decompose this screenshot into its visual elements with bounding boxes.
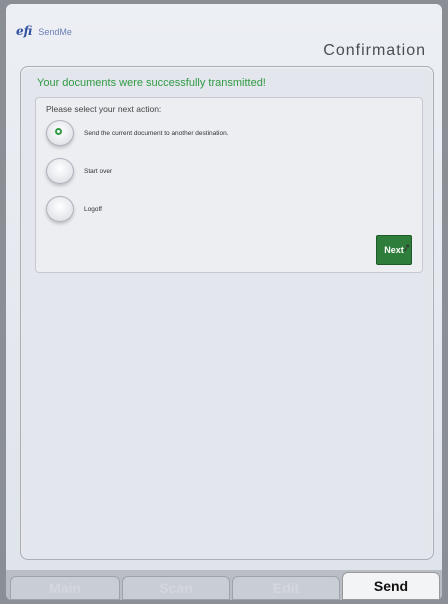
radio-button[interactable] [46,158,74,184]
option-send-to-another-destination[interactable]: Send the current document to another des… [46,120,229,146]
option-label: Start over [84,167,113,175]
tab-send[interactable]: Send [342,572,440,600]
option-start-over[interactable]: Start over [46,158,112,184]
tab-bar: Main Scan Edit Send [6,570,442,600]
radio-button[interactable] [46,196,74,222]
page-title: Confirmation [323,42,426,59]
option-label: Send the current document to another des… [84,129,229,137]
tab-edit[interactable]: Edit [232,576,340,600]
action-selection-box: Please select your next action: Send the… [35,97,423,273]
efi-logo: efi [16,24,33,38]
app-name: SendMe [38,27,72,37]
option-label: Logoff [84,205,102,213]
brand: efi SendMe [16,24,72,38]
radio-button-selected[interactable] [46,120,74,146]
device-screen: efi SendMe Confirmation Your documents w… [6,4,442,600]
option-logoff[interactable]: Logoff [46,196,102,222]
tab-main[interactable]: Main [10,576,120,600]
main-panel: Your documents were successfully transmi… [20,66,434,560]
header: efi SendMe Confirmation [6,4,442,66]
success-message: Your documents were successfully transmi… [37,77,266,89]
action-prompt: Please select your next action: [46,104,162,114]
tab-scan[interactable]: Scan [122,576,230,600]
